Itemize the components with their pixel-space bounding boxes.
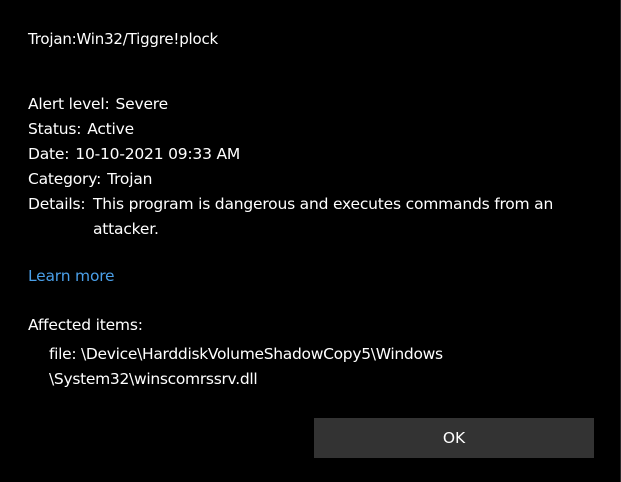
category-row: Category: Trojan — [28, 167, 603, 192]
alert-level-value: Severe — [115, 95, 169, 113]
date-row: Date: 10-10-2021 09:33 AM — [28, 142, 603, 167]
threat-details-list: Alert level: Severe Status: Active Date:… — [28, 92, 603, 242]
details-row: Details: This program is dangerous and e… — [28, 192, 603, 242]
category-value: Trojan — [107, 170, 153, 188]
threat-details-dialog: Trojan:Win32/Tiggre!plock Alert level: S… — [0, 0, 621, 482]
status-value: Active — [87, 120, 134, 138]
alert-level-row: Alert level: Severe — [28, 92, 603, 117]
category-label: Category: — [28, 170, 102, 188]
learn-more-link[interactable]: Learn more — [28, 267, 115, 285]
details-value: This program is dangerous and executes c… — [93, 195, 554, 238]
affected-item-path: file: \Device\HarddiskVolumeShadowCopy5\… — [49, 345, 443, 388]
status-row: Status: Active — [28, 117, 603, 142]
affected-items-title: Affected items: — [28, 316, 143, 334]
details-label: Details: — [28, 195, 86, 213]
date-value: 10-10-2021 09:33 AM — [75, 145, 241, 163]
status-label: Status: — [28, 120, 82, 138]
ok-button[interactable]: OK — [314, 418, 594, 458]
threat-name: Trojan:Win32/Tiggre!plock — [28, 30, 219, 48]
date-label: Date: — [28, 145, 70, 163]
alert-level-label: Alert level: — [28, 95, 110, 113]
